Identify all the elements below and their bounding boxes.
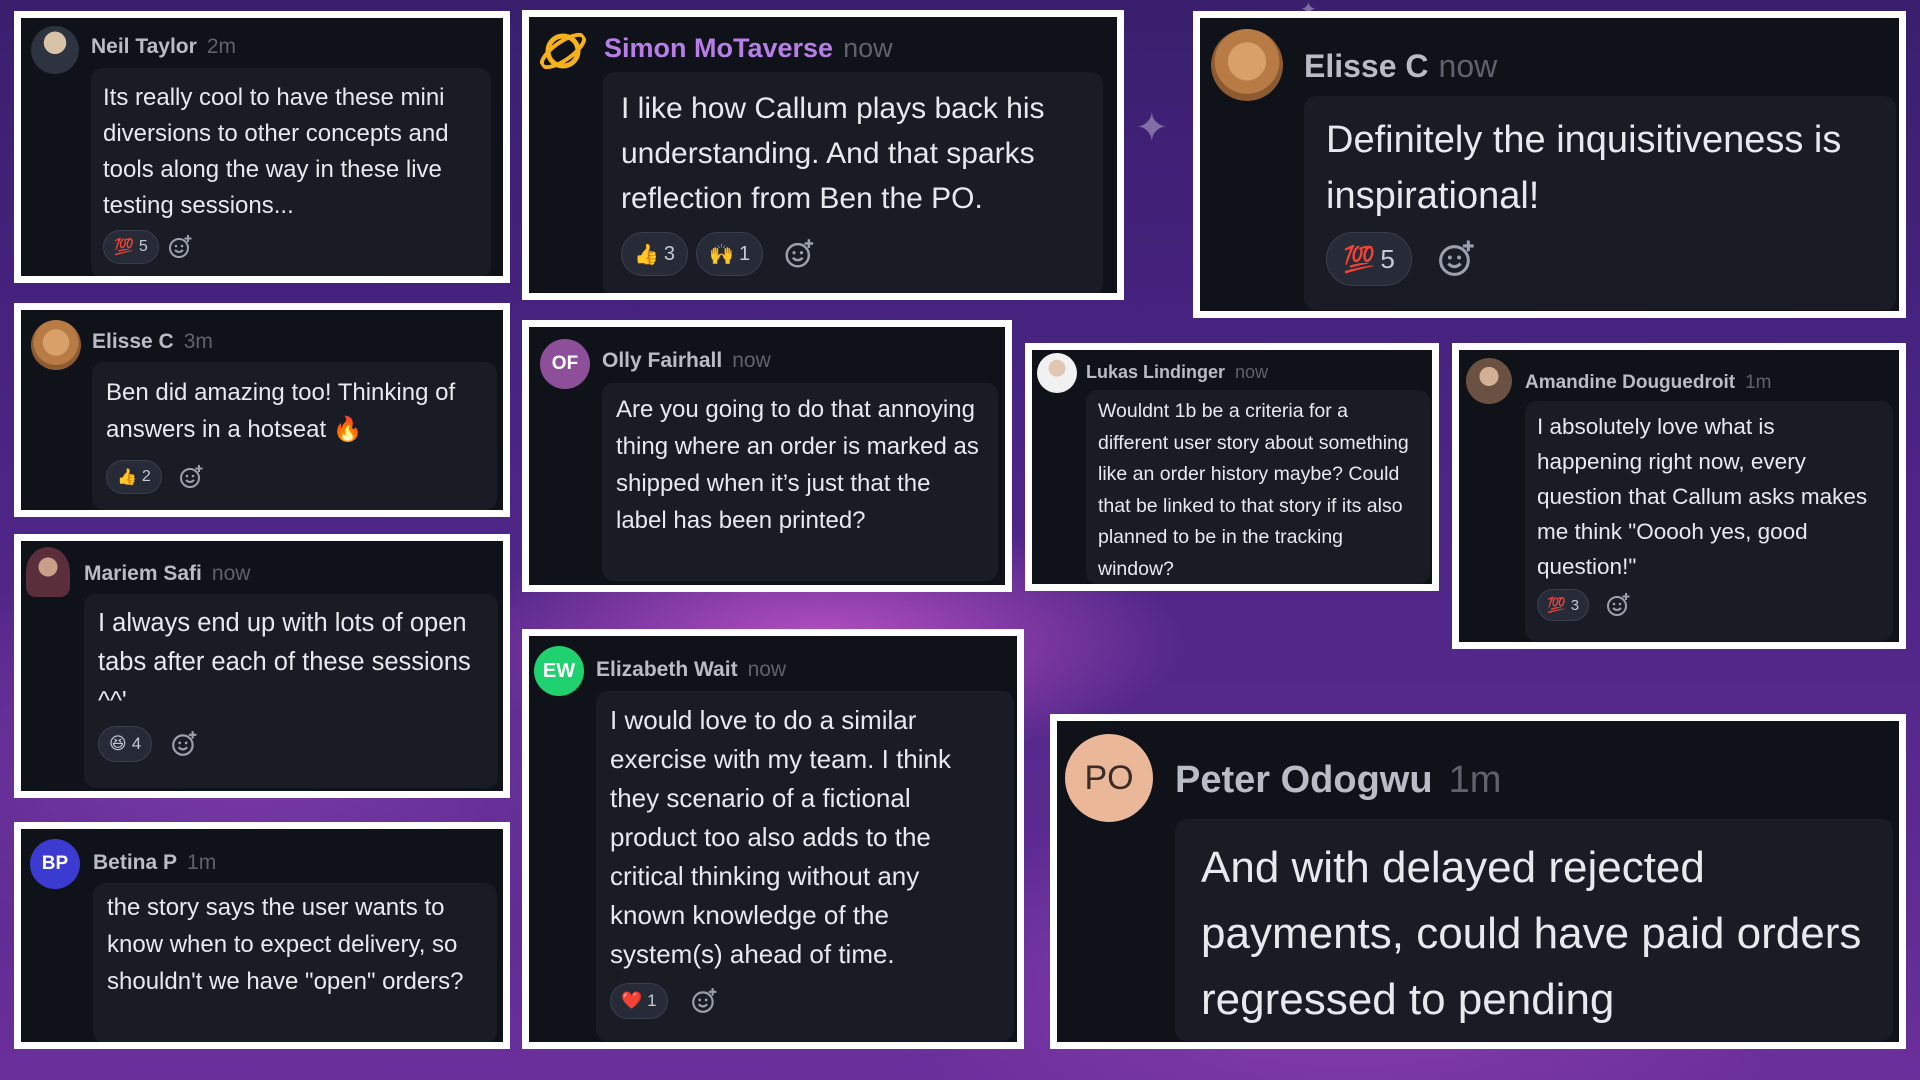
timestamp: 1m [187,851,217,874]
avatar [1037,353,1077,393]
comment-card-elisse-large: Elisse Cnow Definitely the inquisitivene… [1193,11,1906,318]
laughing-face-icon: 😆 [109,734,127,753]
add-reaction-icon[interactable] [178,464,204,490]
reaction-heart[interactable]: ❤️ 1 [610,983,668,1019]
avatar: BP [30,839,80,889]
author-name: Amandine Douguedroit 1m [1525,372,1772,393]
message-bubble: the story says the user wants to know wh… [93,883,497,1042]
comment-card-betina: BP Betina P 1m the story says the user wa… [14,822,510,1049]
author-name: Betina P 1m [93,851,217,874]
message-bubble: Are you going to do that annoying thing … [602,383,998,581]
author-name: Mariem Safi now [84,562,251,585]
author-name: Neil Taylor 2m [91,35,236,58]
message-text: Wouldnt 1b be a criteria for a different… [1098,400,1409,580]
reaction-100[interactable]: 💯 5 [1326,232,1412,286]
timestamp: now [1438,48,1498,84]
message-bubble: Definitely the inquisitiveness is inspir… [1304,96,1896,310]
message-bubble: I would love to do a similar exercise wi… [596,691,1014,1041]
timestamp: now [211,562,251,585]
timestamp: 1m [1745,372,1772,393]
comment-card-elizabeth: EW Elizabeth Wait now I would love to do … [522,629,1024,1049]
avatar: PO [1065,734,1153,822]
hundred-icon: 💯 [114,239,134,256]
message-bubble: Its really cool to have these mini diver… [91,68,491,276]
avatar: EW [534,646,584,696]
message-text: Its really cool to have these mini diver… [103,84,449,219]
timestamp: 2m [206,35,236,58]
message-text: And with delayed rejected payments, coul… [1201,843,1862,1024]
add-reaction-icon[interactable] [783,238,815,270]
reaction-100[interactable]: 💯 3 [1537,589,1590,621]
add-reaction-icon[interactable] [1605,592,1631,618]
avatar [31,320,81,370]
message-text: Are you going to do that annoying thing … [616,396,979,534]
avatar [1466,358,1512,404]
author-name: Elisse C 3m [92,330,213,353]
timestamp: now [1235,362,1269,382]
message-bubble: Ben did amazing too! Thinking of answers… [92,362,497,510]
hundred-icon: 💯 [1343,243,1376,274]
reaction-thumbs-up[interactable]: 👍 2 [106,460,162,494]
thumbs-up-icon: 👍 [634,243,659,266]
add-reaction-icon[interactable] [167,234,193,260]
message-text: Definitely the inquisitiveness is inspir… [1326,119,1842,217]
reaction-grinning[interactable]: 😆 4 [98,726,153,762]
author-name: Elizabeth Wait now [596,658,787,681]
message-bubble: I absolutely love what is happening righ… [1525,401,1893,641]
message-text: I absolutely love what is happening righ… [1537,414,1868,579]
comment-card-elisse-small: Elisse C 3m Ben did amazing too! Thinking… [14,303,510,517]
comment-card-olly: OF Olly Fairhall now Are you going to do … [522,320,1012,592]
timestamp: now [732,349,771,372]
reaction-raised-hands[interactable]: 🙌 1 [696,232,764,276]
comment-card-neil: Neil Taylor 2m Its really cool to have th… [14,11,510,283]
author-name: Olly Fairhall now [602,349,771,372]
avatar: OF [540,339,590,389]
timestamp: now [747,658,787,681]
avatar [26,547,70,597]
reaction-thumbs-up[interactable]: 👍 3 [621,232,689,276]
author-name: Peter Odogwu 1m [1175,759,1502,801]
add-reaction-icon[interactable] [1436,239,1476,279]
message-text: the story says the user wants to know wh… [107,894,464,995]
avatar [1211,29,1283,101]
timestamp: 3m [183,330,213,353]
message-text: I always end up with lots of open tabs a… [98,609,471,715]
comment-card-simon: Simon MoTaverse now I like how Callum pla… [522,10,1124,300]
comment-card-amandine: Amandine Douguedroit 1m I absolutely love… [1452,343,1906,649]
message-bubble: Wouldnt 1b be a criteria for a different… [1086,390,1430,584]
raised-hands-icon: 🙌 [709,243,734,266]
message-text: I like how Callum plays back his underst… [621,92,1045,215]
author-name: Elisse Cnow [1304,48,1498,84]
planet-avatar-icon [537,25,589,77]
timestamp: 1m [1448,759,1502,801]
message-text: I would love to do a similar exercise wi… [610,705,951,969]
message-bubble: I like how Callum plays back his underst… [603,72,1103,293]
thumbs-up-icon: 👍 [117,469,137,486]
author-name: Simon MoTaverse now [604,33,893,63]
message-bubble: And with delayed rejected payments, coul… [1175,819,1893,1041]
avatar [31,26,79,74]
message-bubble: I always end up with lots of open tabs a… [84,594,498,788]
add-reaction-icon[interactable] [170,730,198,758]
author-name: Lukas Lindinger now [1086,362,1269,382]
timestamp: now [843,33,893,63]
heart-icon: ❤️ [621,991,643,1010]
add-reaction-icon[interactable] [690,987,718,1015]
reaction-100[interactable]: 💯 5 [103,230,159,264]
hundred-icon: 💯 [1547,597,1566,614]
comment-card-peter: PO Peter Odogwu 1m And with delayed rejec… [1050,714,1906,1049]
message-text: Ben did amazing too! Thinking of answers… [106,379,456,443]
comment-card-lukas: Lukas Lindinger now Wouldnt 1b be a crite… [1025,343,1439,591]
comment-card-mariem: Mariem Safi now I always end up with lots… [14,534,510,798]
sparkle-decoration: ✦ [1135,106,1169,150]
